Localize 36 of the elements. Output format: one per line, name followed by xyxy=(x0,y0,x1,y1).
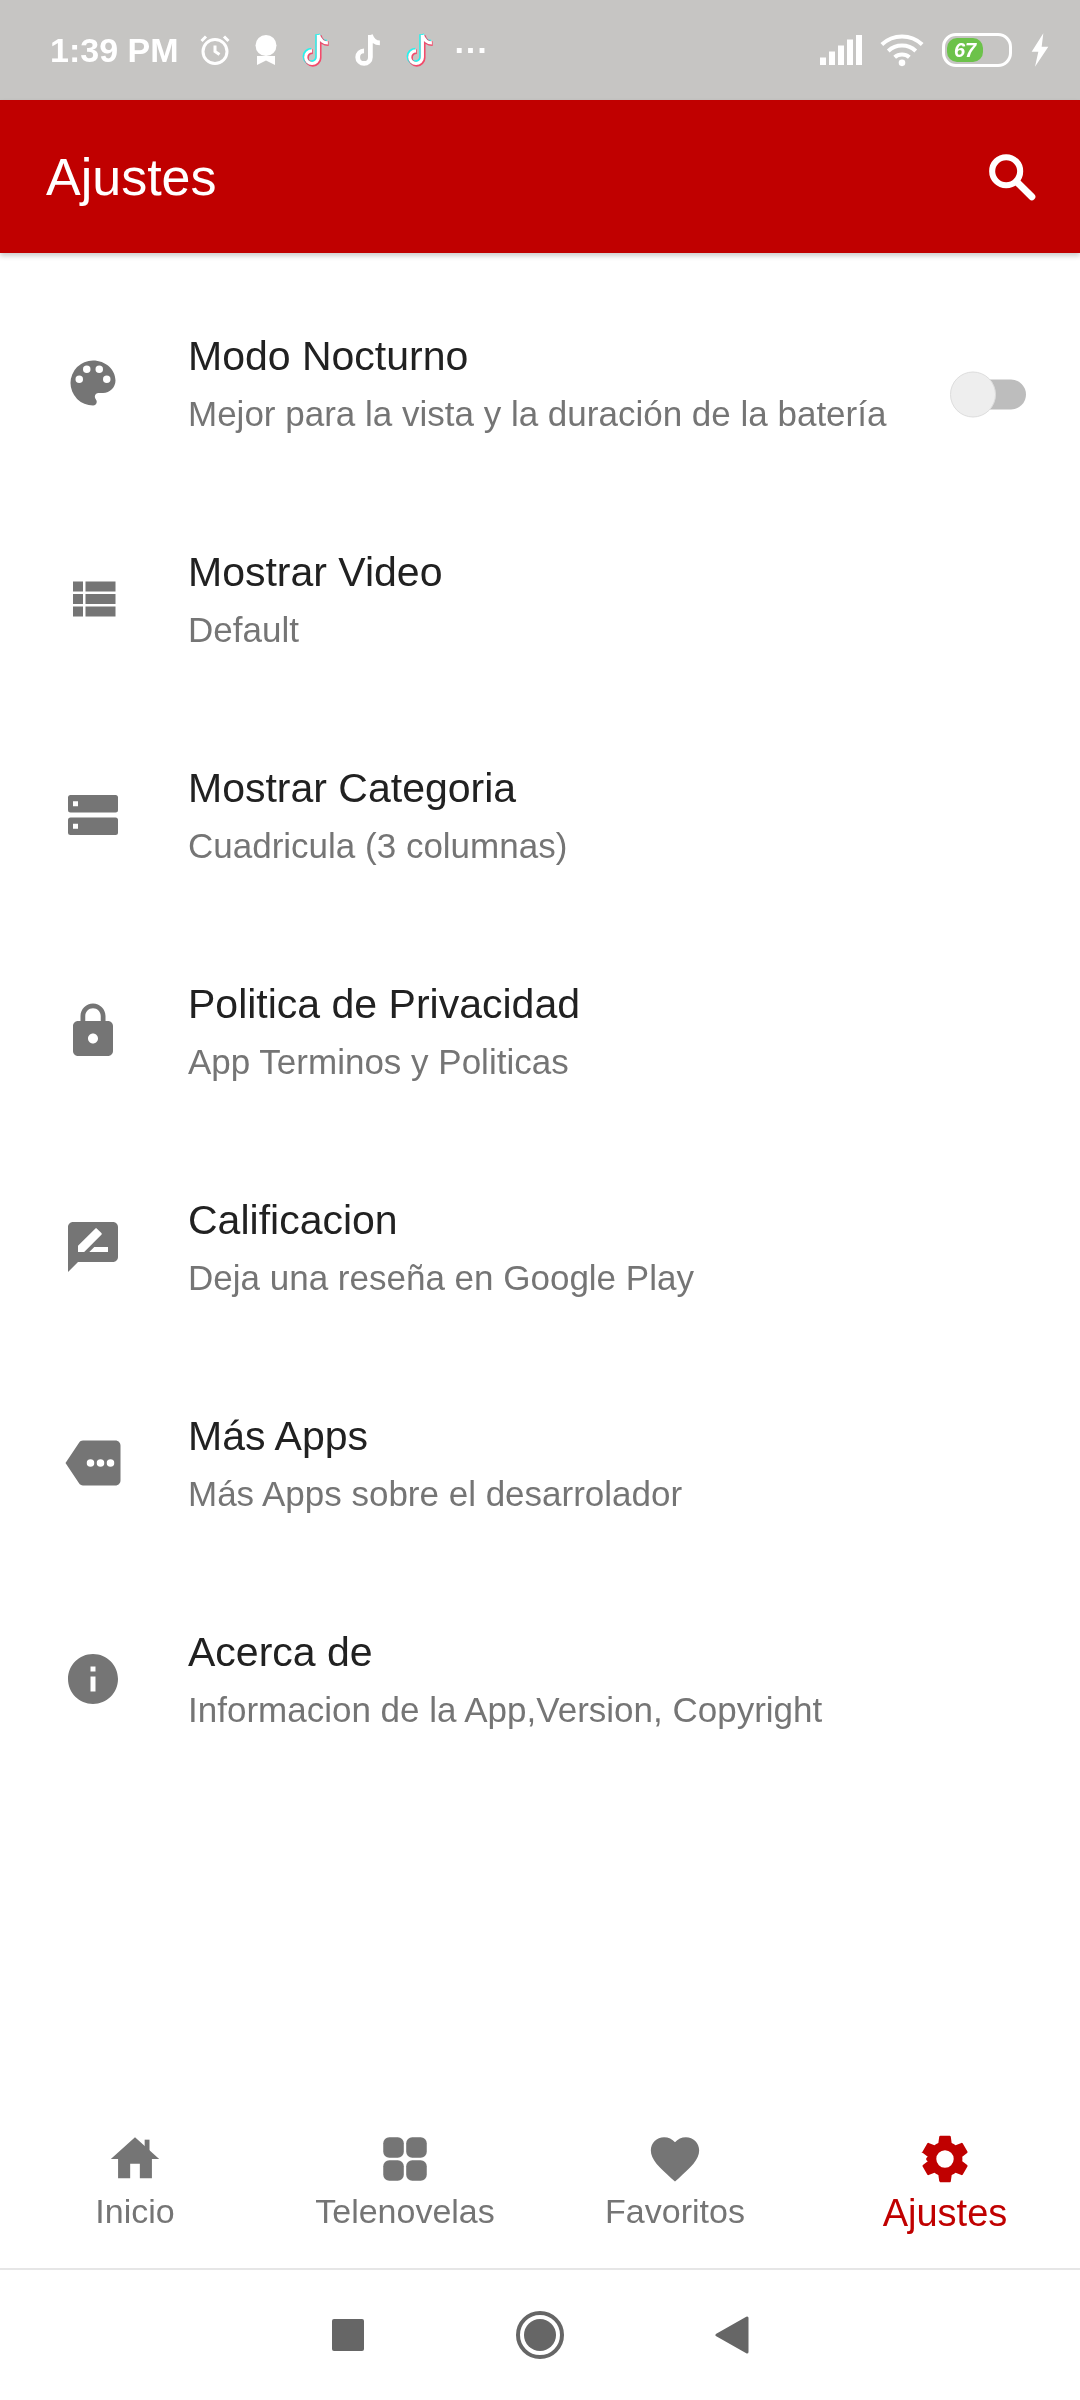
setting-title: Mostrar Video xyxy=(188,548,443,596)
setting-subtitle: Default xyxy=(188,609,299,650)
settings-row[interactable]: Acerca de Informacion de la App,Version, Copyright xyxy=(0,1571,1080,1787)
setting-subtitle: Informacion de la App,Version, Copyright xyxy=(188,1689,823,1730)
setting-title: Mostrar Categoria xyxy=(188,764,517,812)
signal-icon xyxy=(820,35,862,65)
setting-title: Más Apps xyxy=(188,1412,369,1460)
nav-tab[interactable]: Telenovelas xyxy=(270,2130,540,2268)
setting-title: Calificacion xyxy=(188,1196,398,1244)
nav-tab[interactable]: Ajustes xyxy=(810,2130,1080,2268)
setting-subtitle: Mejor para la vista y la duración de la batería xyxy=(188,393,887,434)
charging-icon xyxy=(1030,33,1050,67)
setting-title: Acerca de xyxy=(188,1628,373,1676)
setting-title: Modo Nocturno xyxy=(188,332,469,380)
wifi-icon xyxy=(880,33,924,67)
nav-tab[interactable]: Inicio xyxy=(0,2130,270,2268)
recents-button[interactable] xyxy=(331,2318,365,2352)
nav-tab[interactable]: Favoritos xyxy=(540,2130,810,2268)
clock-time: 1:39 PM xyxy=(50,30,179,70)
setting-title: Politica de Privacidad xyxy=(188,980,580,1028)
settings-row[interactable]: Mostrar Categoria Cuadricula (3 columnas) xyxy=(0,707,1080,923)
setting-subtitle: Más Apps sobre el desarrolador xyxy=(188,1473,683,1514)
settings-row[interactable]: Politica de Privacidad App Terminos y Politicas xyxy=(0,923,1080,1139)
home-button[interactable] xyxy=(515,2310,565,2360)
back-button[interactable] xyxy=(715,2316,749,2354)
settings-row[interactable]: Modo Nocturno Mejor para la vista y la duración de la batería xyxy=(0,275,1080,491)
setting-subtitle: Deja una reseña en Google Play xyxy=(188,1257,694,1298)
screen-title: Ajustes xyxy=(46,146,218,207)
battery-level: 67 xyxy=(947,38,984,62)
toggle-switch[interactable] xyxy=(950,371,1026,418)
settings-row[interactable]: Calificacion Deja una reseña en Google Play xyxy=(0,1139,1080,1355)
setting-subtitle: Cuadricula (3 columnas) xyxy=(188,825,568,866)
settings-row[interactable]: Más Apps Más Apps sobre el desarrolador xyxy=(0,1355,1080,1571)
more-notifications: ··· xyxy=(454,30,489,70)
setting-subtitle: App Terminos y Politicas xyxy=(188,1041,569,1082)
settings-row[interactable]: Mostrar Video Default xyxy=(0,491,1080,707)
